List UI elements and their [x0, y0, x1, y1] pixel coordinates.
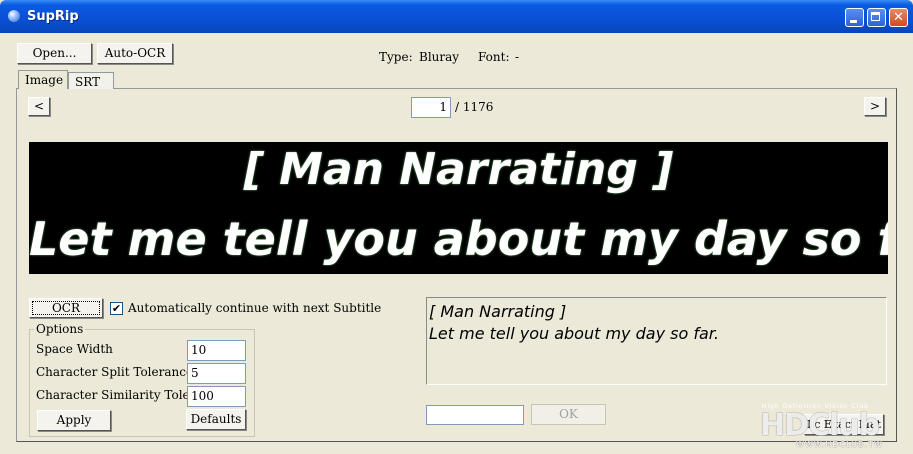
close-button[interactable]: ✕: [889, 8, 908, 27]
defaults-button[interactable]: Defaults: [186, 409, 246, 430]
subtitle-number-input[interactable]: 1: [411, 97, 451, 118]
minimize-icon: [850, 20, 857, 23]
maximize-button[interactable]: [867, 8, 886, 27]
apply-button[interactable]: Apply: [37, 410, 111, 431]
subtitle-image-line-2: Let me tell you about my day so far.: [29, 212, 888, 266]
type-value: Bluray: [419, 50, 460, 64]
tab-image[interactable]: Image: [18, 70, 68, 89]
ocr-result-line-2: Let me tell you about my day so far.: [429, 324, 719, 343]
space-width-label: Space Width: [36, 342, 113, 356]
split-tolerance-label: Character Split Tolerance: [36, 365, 194, 379]
split-tolerance-input[interactable]: 5: [187, 363, 246, 384]
previous-subtitle-button[interactable]: <: [28, 97, 50, 116]
auto-continue-label: Automatically continue with next Subtitl…: [128, 301, 382, 315]
close-icon: ✕: [893, 10, 904, 25]
auto-continue-checkbox[interactable]: ✔: [110, 302, 123, 315]
space-width-input[interactable]: 10: [187, 340, 246, 361]
title-bar[interactable]: [0, 0, 913, 33]
letter-input[interactable]: [426, 405, 524, 425]
subtitle-image: [ Man Narrating ] Let me tell you about …: [29, 142, 888, 274]
subtitle-image-line-1: [ Man Narrating ]: [243, 144, 674, 195]
tab-srt[interactable]: SRT: [68, 72, 114, 89]
ocr-result-text[interactable]: [ Man Narrating ] Let me tell you about …: [426, 297, 887, 385]
ocr-button[interactable]: OCR: [29, 298, 103, 318]
ocr-result-line-1: [ Man Narrating ]: [429, 302, 567, 321]
minimize-button[interactable]: [845, 8, 864, 27]
next-subtitle-button[interactable]: >: [864, 97, 886, 116]
watermark-url: WWW.HDCLUB.TW: [796, 440, 883, 449]
open-button[interactable]: Open...: [17, 43, 92, 64]
font-label: Font:: [478, 50, 510, 64]
app-icon[interactable]: [8, 10, 20, 22]
options-legend: Options: [34, 322, 86, 336]
watermark-big-text: HDClub: [760, 408, 880, 443]
font-value: -: [515, 50, 520, 64]
ok-button[interactable]: OK: [531, 404, 606, 425]
maximize-icon: [871, 12, 880, 21]
similarity-tolerance-input[interactable]: 100: [187, 386, 246, 407]
window-title: SupRip: [27, 9, 79, 24]
hdclub-watermark: High Definition Vision Club HDClub WWW.H…: [760, 398, 910, 452]
type-label: Type:: [379, 50, 413, 64]
subtitle-total: / 1176: [455, 100, 494, 114]
auto-ocr-button[interactable]: Auto-OCR: [97, 43, 173, 64]
